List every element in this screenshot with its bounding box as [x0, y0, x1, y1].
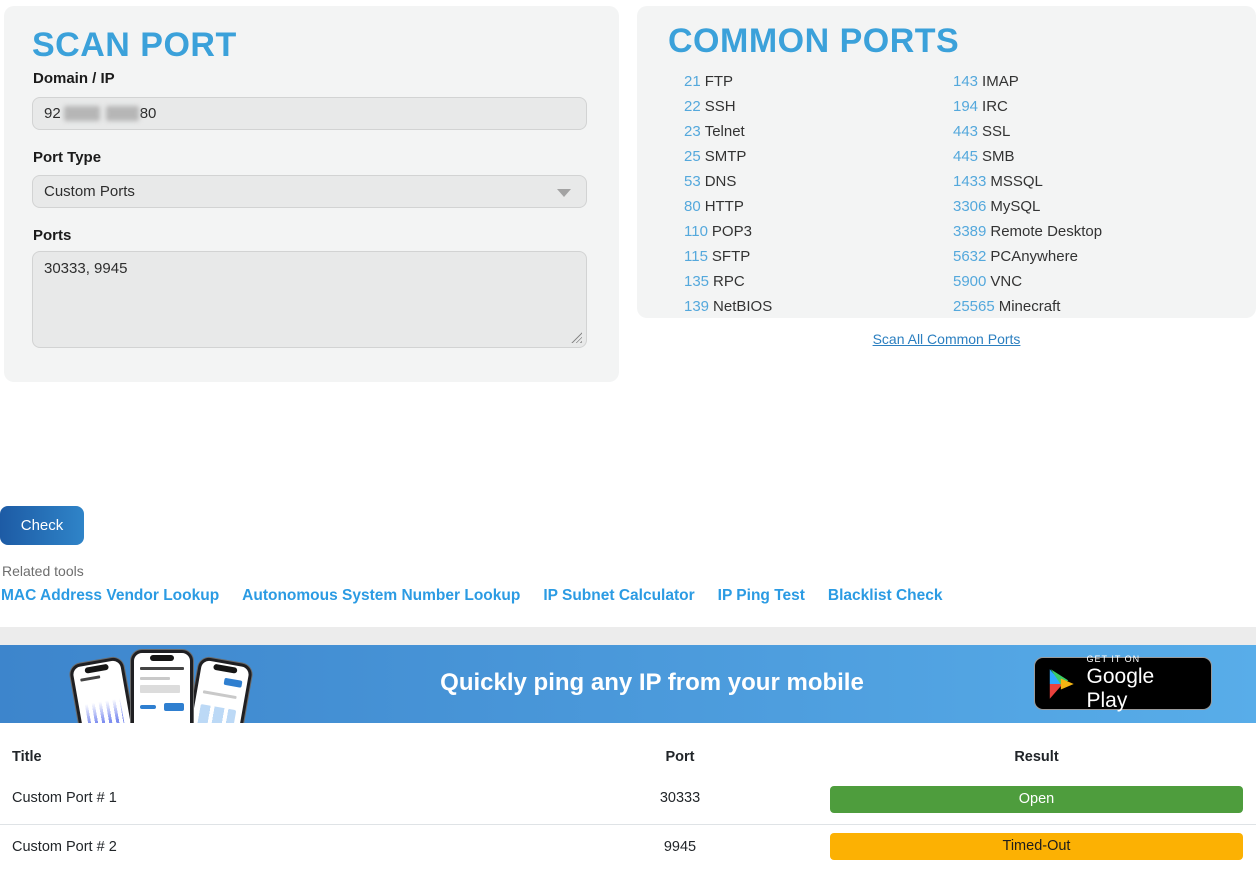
chevron-down-icon — [557, 189, 571, 197]
screen-line — [140, 677, 170, 680]
link-asn-lookup[interactable]: Autonomous System Number Lookup — [242, 587, 520, 605]
table-row-title: Custom Port # 2 — [12, 839, 117, 855]
ports-value: 30333, 9945 — [44, 260, 127, 277]
port-item[interactable]: 143IMAP — [953, 69, 1102, 94]
phone-notch — [150, 655, 174, 661]
port-item[interactable]: 25SMTP — [684, 144, 772, 169]
link-ip-ping-test[interactable]: IP Ping Test — [718, 587, 805, 605]
port-type-select[interactable]: Custom Ports — [32, 175, 587, 208]
ports-label: Ports — [33, 227, 71, 244]
port-item[interactable]: 5632PCAnywhere — [953, 244, 1102, 269]
link-mac-address-vendor-lookup[interactable]: MAC Address Vendor Lookup — [1, 587, 219, 605]
port-item[interactable]: 22SSH — [684, 94, 772, 119]
port-item[interactable]: 23Telnet — [684, 119, 772, 144]
port-item[interactable]: 53DNS — [684, 169, 772, 194]
results-table: Title Port Result Custom Port # 1 30333 … — [0, 723, 1256, 875]
screen-button — [140, 705, 156, 709]
port-item[interactable]: 5900VNC — [953, 269, 1102, 294]
port-type-selected-value: Custom Ports — [44, 183, 135, 200]
phone-mockup-center — [131, 650, 193, 723]
status-badge-timed-out: Timed-Out — [830, 833, 1243, 860]
domain-ip-label: Domain / IP — [33, 70, 115, 87]
common-ports-right-column: 143IMAP 194IRC 443SSL 445SMB 1433MSSQL 3… — [953, 69, 1102, 319]
domain-ip-value-suffix: 80 — [140, 98, 157, 129]
port-item[interactable]: 139NetBIOS — [684, 294, 772, 319]
port-item[interactable]: 80HTTP — [684, 194, 772, 219]
common-ports-left-column: 21FTP 22SSH 23Telnet 25SMTP 53DNS 80HTTP… — [684, 69, 772, 319]
port-item[interactable]: 3389Remote Desktop — [953, 219, 1102, 244]
domain-ip-input[interactable]: 92 80 — [32, 97, 587, 130]
screen-input — [140, 685, 180, 693]
port-item[interactable]: 194IRC — [953, 94, 1102, 119]
table-row-port: 9945 — [620, 839, 740, 855]
table-row-port: 30333 — [620, 790, 740, 806]
port-item[interactable]: 443SSL — [953, 119, 1102, 144]
scan-all-wrapper: Scan All Common Ports — [637, 331, 1256, 349]
google-play-get-it-on: GET IT ON — [1087, 654, 1200, 664]
port-item[interactable]: 3306MySQL — [953, 194, 1102, 219]
scan-port-title: SCAN PORT — [32, 26, 237, 65]
port-item[interactable]: 25565Minecraft — [953, 294, 1102, 319]
link-ip-subnet-calculator[interactable]: IP Subnet Calculator — [543, 587, 694, 605]
port-item[interactable]: 110POP3 — [684, 219, 772, 244]
page: SCAN PORT Domain / IP 92 80 Port Type Cus… — [0, 0, 1256, 875]
screen-button — [164, 703, 184, 711]
screen-chips — [197, 704, 236, 723]
google-play-text: GET IT ON Google Play — [1087, 654, 1200, 713]
google-play-badge[interactable]: GET IT ON Google Play — [1034, 657, 1212, 710]
related-tools-label: Related tools — [2, 563, 84, 579]
port-item[interactable]: 1433MSSQL — [953, 169, 1102, 194]
scan-port-panel: SCAN PORT Domain / IP 92 80 Port Type Cus… — [4, 6, 619, 382]
port-item[interactable]: 135RPC — [684, 269, 772, 294]
column-header-result: Result — [830, 749, 1243, 765]
port-item[interactable]: 445SMB — [953, 144, 1102, 169]
common-ports-title: COMMON PORTS — [668, 22, 959, 61]
google-play-icon — [1047, 667, 1077, 701]
resize-handle-icon[interactable] — [571, 332, 582, 343]
domain-ip-value-prefix: 92 — [44, 98, 61, 129]
screen-bar-chart — [85, 698, 126, 723]
port-item[interactable]: 115SFTP — [684, 244, 772, 269]
table-row-title: Custom Port # 1 — [12, 790, 117, 806]
status-badge-open: Open — [830, 786, 1243, 813]
scan-all-common-ports-link[interactable]: Scan All Common Ports — [873, 331, 1021, 347]
related-tools-links: MAC Address Vendor Lookup Autonomous Sys… — [1, 587, 943, 605]
screen-line — [140, 667, 184, 670]
redacted-ip-segment — [106, 106, 139, 121]
row-divider — [0, 824, 1256, 825]
section-divider-strip — [0, 627, 1256, 645]
column-header-port: Port — [620, 749, 740, 765]
common-ports-panel: COMMON PORTS 21FTP 22SSH 23Telnet 25SMTP… — [637, 6, 1256, 318]
port-item[interactable]: 21FTP — [684, 69, 772, 94]
link-blacklist-check[interactable]: Blacklist Check — [828, 587, 943, 605]
port-type-label: Port Type — [33, 149, 101, 166]
mobile-app-banner: Quickly ping any IP from your mobile GET… — [0, 645, 1256, 723]
check-button[interactable]: Check — [0, 506, 84, 545]
google-play-label: Google Play — [1087, 665, 1200, 713]
column-header-title: Title — [12, 749, 42, 765]
redacted-ip-segment — [64, 106, 100, 121]
ports-textarea[interactable]: 30333, 9945 — [32, 251, 587, 348]
